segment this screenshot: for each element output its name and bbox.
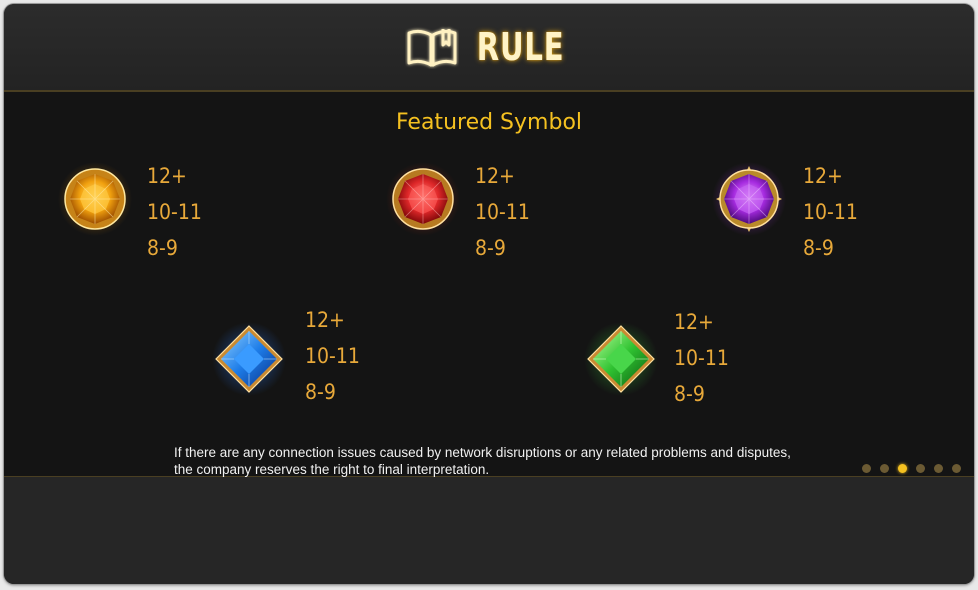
page-dot-1[interactable] bbox=[862, 464, 871, 473]
pay-tier: 10-11 bbox=[147, 200, 202, 224]
pay-tier: 10-11 bbox=[803, 200, 858, 224]
pay-tier: 8-9 bbox=[147, 236, 178, 260]
page-dot-2[interactable] bbox=[880, 464, 889, 473]
title-bar: RULE bbox=[4, 4, 974, 90]
pay-tier: 12+ bbox=[147, 164, 187, 188]
page-dot-6[interactable] bbox=[952, 464, 961, 473]
pay-tier: 12+ bbox=[803, 164, 843, 188]
pay-tier: 10-11 bbox=[305, 344, 360, 368]
pay-tier: 12+ bbox=[475, 164, 515, 188]
orange-gem-icon bbox=[58, 162, 132, 236]
purple-gem-icon bbox=[712, 162, 786, 236]
paytable-green-gem: 12+ 10-11 8-9 bbox=[674, 304, 729, 412]
pay-tier: 8-9 bbox=[305, 380, 336, 404]
rule-panel: RULE Featured Symbol 12+ 10-11 8-9 12+ 1… bbox=[4, 4, 974, 584]
pay-tier: 12+ bbox=[674, 310, 714, 334]
disclaimer-line: If there are any connection issues cause… bbox=[174, 445, 791, 460]
pay-tier: 8-9 bbox=[475, 236, 506, 260]
pay-tier: 12+ bbox=[305, 308, 345, 332]
pagination-dots bbox=[862, 464, 961, 473]
paytable-purple-gem: 12+ 10-11 8-9 bbox=[803, 158, 858, 266]
blue-gem-icon bbox=[212, 322, 286, 396]
page-dot-3[interactable] bbox=[898, 464, 907, 473]
disclaimer-text: If there are any connection issues cause… bbox=[174, 444, 874, 478]
green-gem-icon bbox=[584, 322, 658, 396]
section-title: Featured Symbol bbox=[395, 110, 583, 135]
footer-area bbox=[4, 477, 974, 584]
disclaimer-line: the company reserves the right to final … bbox=[174, 462, 490, 477]
page-dot-5[interactable] bbox=[934, 464, 943, 473]
pay-tier: 10-11 bbox=[475, 200, 530, 224]
rules-content: Featured Symbol 12+ 10-11 8-9 12+ 10-11 … bbox=[4, 92, 974, 477]
pay-tier: 8-9 bbox=[803, 236, 834, 260]
pay-tier: 8-9 bbox=[674, 382, 705, 406]
header: RULE bbox=[4, 4, 974, 92]
pay-tier: 10-11 bbox=[674, 346, 729, 370]
paytable-orange-gem: 12+ 10-11 8-9 bbox=[147, 158, 202, 266]
paytable-blue-gem: 12+ 10-11 8-9 bbox=[305, 302, 360, 410]
paytable-red-gem: 12+ 10-11 8-9 bbox=[475, 158, 530, 266]
page-dot-4[interactable] bbox=[916, 464, 925, 473]
page-title: RULE bbox=[477, 25, 565, 69]
red-gem-icon bbox=[386, 162, 460, 236]
book-icon bbox=[407, 29, 457, 67]
